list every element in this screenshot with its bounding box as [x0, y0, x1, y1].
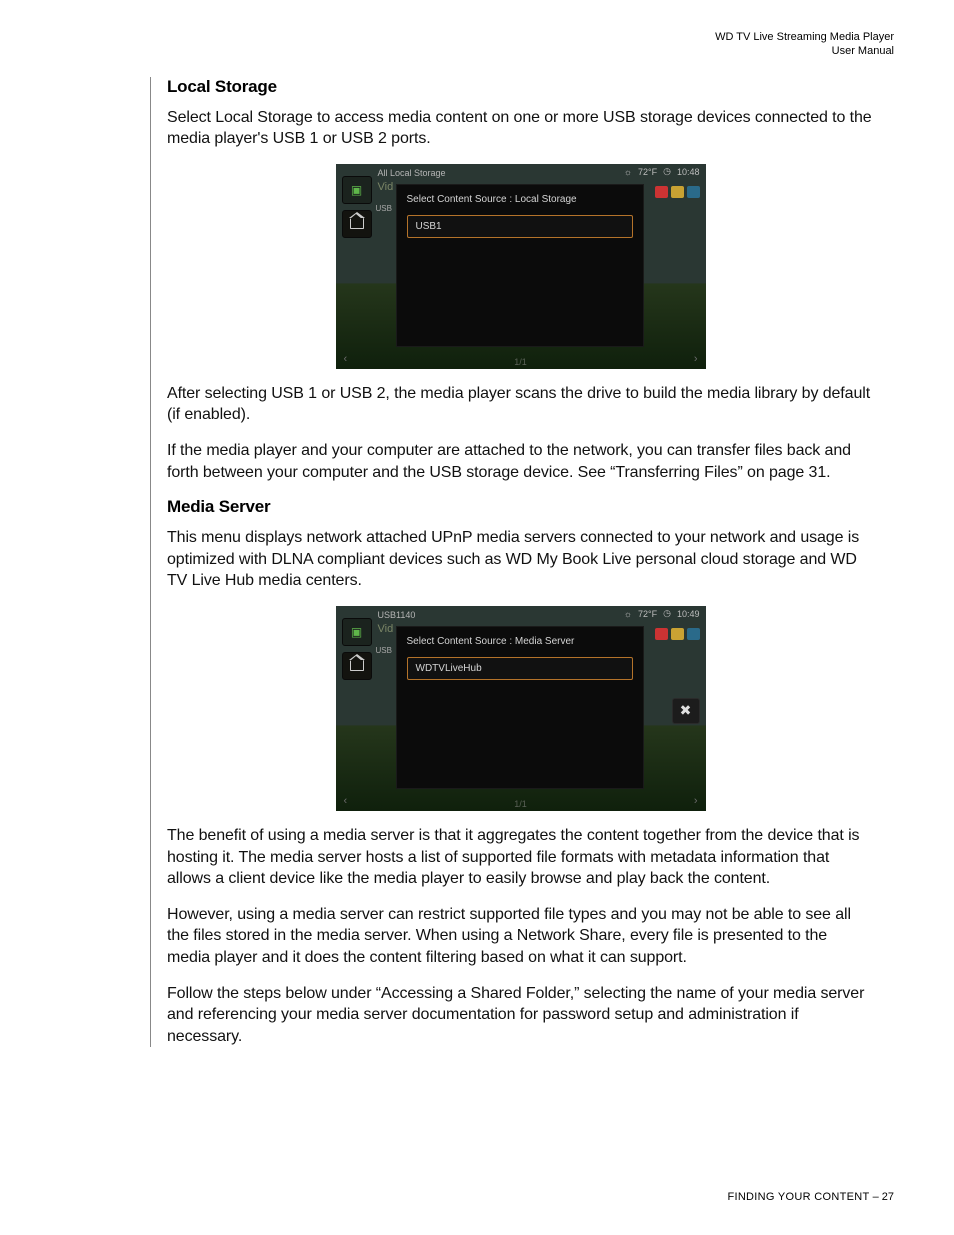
pager: 1/1	[336, 799, 706, 809]
clock-icon: ◷	[663, 608, 671, 619]
weather-icon: ☼	[624, 609, 632, 619]
weather-icon: ☼	[624, 167, 632, 177]
breadcrumb: USB1140	[378, 610, 416, 620]
breadcrumb-sub: Vid	[378, 623, 394, 635]
temperature: 72°F	[638, 167, 657, 177]
paragraph: If the media player and your computer ar…	[167, 440, 874, 483]
paragraph: This menu displays network attached UPnP…	[167, 527, 874, 592]
doc-type: User Manual	[60, 44, 894, 58]
status-bar: ☼ 72°F ◷ 10:48	[624, 164, 700, 180]
paragraph: Follow the steps below under “Accessing …	[167, 983, 874, 1048]
dialog-title: Select Content Source : Media Server	[407, 636, 633, 647]
chip-red-icon[interactable]	[655, 186, 668, 198]
status-bar: ☼ 72°F ◷ 10:49	[624, 606, 700, 622]
video-icon[interactable]: ▣	[342, 618, 372, 646]
chip-red-icon[interactable]	[655, 628, 668, 640]
usb-tag: USB	[376, 204, 392, 213]
home-icon[interactable]	[342, 652, 372, 680]
screenshot-media-server: ▣ USB1140 Vid USB ☼ 72°F ◷ 10:49	[336, 606, 706, 811]
dialog-title: Select Content Source : Local Storage	[407, 194, 633, 205]
paragraph: However, using a media server can restri…	[167, 904, 874, 969]
footer-section: FINDING YOUR CONTENT	[727, 1191, 869, 1203]
clock-icon: ◷	[663, 166, 671, 177]
select-source-dialog: Select Content Source : Media Server WDT…	[396, 626, 644, 789]
chip-yellow-icon[interactable]	[671, 628, 684, 640]
footer-sep: –	[870, 1191, 882, 1203]
footer-page-number: 27	[882, 1191, 894, 1203]
heading-local-storage: Local Storage	[167, 77, 874, 97]
paragraph: Select Local Storage to access media con…	[167, 107, 874, 150]
manual-content: Local Storage Select Local Storage to ac…	[150, 77, 874, 1048]
breadcrumb-sub: Vid	[378, 181, 394, 193]
paragraph: The benefit of using a media server is t…	[167, 825, 874, 890]
breadcrumb: All Local Storage	[378, 168, 446, 178]
heading-media-server: Media Server	[167, 497, 874, 517]
close-icon: ✖	[680, 702, 692, 719]
dialog-item-wdtvlivehub[interactable]: WDTVLiveHub	[407, 657, 633, 680]
paragraph: After selecting USB 1 or USB 2, the medi…	[167, 383, 874, 426]
usb-tag: USB	[376, 646, 392, 655]
page-header: WD TV Live Streaming Media Player User M…	[60, 30, 894, 59]
product-name: WD TV Live Streaming Media Player	[60, 30, 894, 44]
page-footer: FINDING YOUR CONTENT – 27	[727, 1191, 894, 1203]
time: 10:48	[677, 167, 700, 177]
pager: 1/1	[336, 357, 706, 367]
media-type-chips	[655, 186, 700, 198]
chip-blue-icon[interactable]	[687, 628, 700, 640]
select-source-dialog: Select Content Source : Local Storage US…	[396, 184, 644, 347]
close-button[interactable]: ✖	[672, 698, 700, 724]
media-type-chips	[655, 628, 700, 640]
sidebar: ▣	[342, 618, 372, 686]
page-next-icon[interactable]: ›	[694, 795, 698, 807]
home-icon[interactable]	[342, 210, 372, 238]
time: 10:49	[677, 609, 700, 619]
dialog-item-usb1[interactable]: USB1	[407, 215, 633, 238]
sidebar: ▣	[342, 176, 372, 244]
page-next-icon[interactable]: ›	[694, 353, 698, 365]
screenshot-local-storage: ▣ All Local Storage Vid USB ☼ 72°F ◷ 10:…	[336, 164, 706, 369]
video-icon[interactable]: ▣	[342, 176, 372, 204]
chip-blue-icon[interactable]	[687, 186, 700, 198]
temperature: 72°F	[638, 609, 657, 619]
chip-yellow-icon[interactable]	[671, 186, 684, 198]
